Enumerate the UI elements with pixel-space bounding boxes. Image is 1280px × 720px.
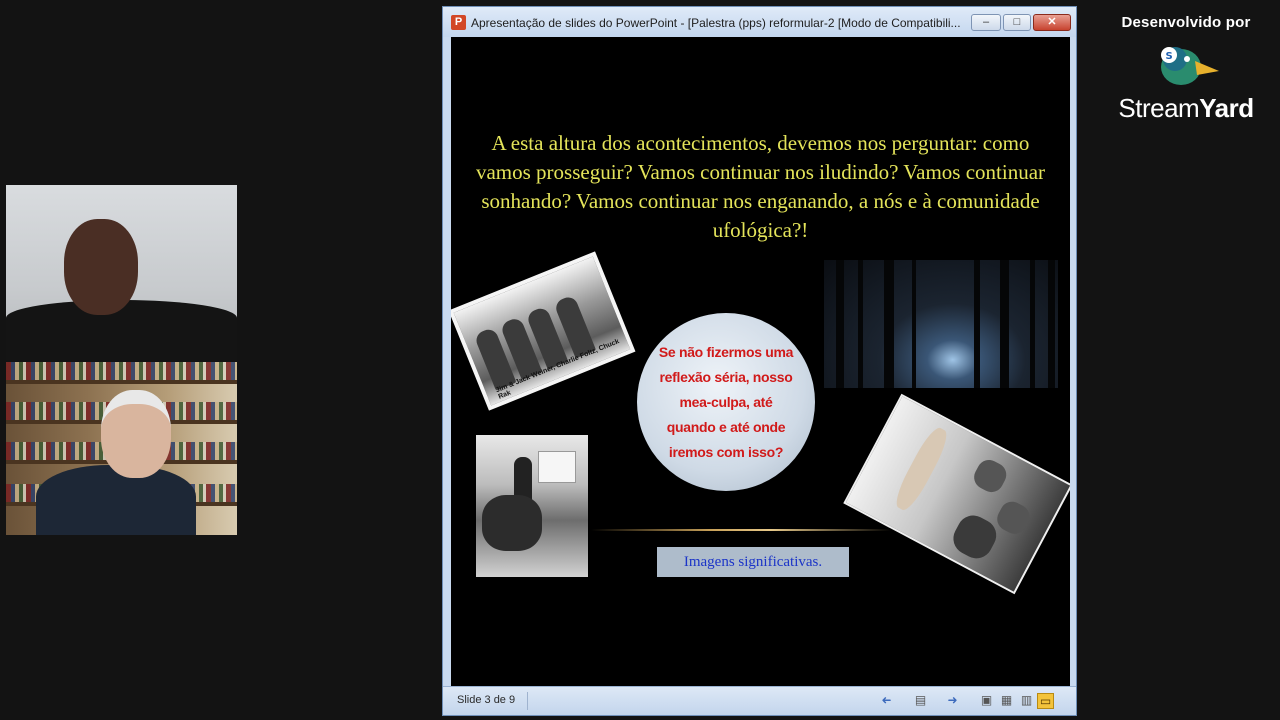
participant-video-1	[6, 185, 237, 360]
svg-text:S: S	[1166, 51, 1173, 62]
previous-slide-icon[interactable]: ➜	[879, 693, 894, 707]
streamyard-wordmark: StreamYard	[1118, 93, 1254, 123]
slide-sorter-icon[interactable]: ▦	[999, 693, 1014, 707]
next-slide-icon[interactable]: ➜	[945, 693, 960, 707]
reflection-circle: Se não fizermos uma reflexão séria, noss…	[637, 313, 815, 491]
powerpoint-slideshow-window: P Apresentação de slides do PowerPoint -…	[442, 6, 1077, 716]
developed-by-label: Desenvolvido por	[1121, 14, 1251, 31]
window-titlebar[interactable]: P Apresentação de slides do PowerPoint -…	[443, 7, 1076, 37]
minimize-button[interactable]: –	[971, 14, 1001, 31]
streamyard-logo-icon: S	[1161, 47, 1219, 85]
slideshow-view-icon[interactable]: ▭	[1037, 693, 1054, 709]
status-separator	[527, 692, 528, 710]
slide-counter: Slide 3 de 9	[457, 694, 516, 706]
slide-canvas[interactable]: A esta altura dos acontecimentos, devemo…	[451, 37, 1070, 687]
photo-collage-illustration	[843, 393, 1070, 595]
window-title: Apresentação de slides do PowerPoint - […	[471, 16, 961, 30]
minimize-icon: –	[982, 16, 990, 28]
decorative-glow-line	[591, 529, 891, 531]
reading-view-icon[interactable]: ▥	[1019, 693, 1034, 707]
powerpoint-app-icon[interactable]: P	[451, 15, 466, 30]
photo-group-of-men: Jim & Jack Weiner, Charlie Foltz, Chuck …	[451, 251, 636, 411]
participant-video-2	[6, 362, 237, 535]
photo-dark-forest	[824, 260, 1058, 388]
participant-2-body	[36, 465, 196, 535]
circle-text: Se não fizermos uma reflexão séria, noss…	[658, 343, 794, 460]
photo-vintage-family	[476, 435, 588, 577]
slide-caption: Imagens significativas.	[657, 547, 849, 577]
participant-1-head	[64, 219, 138, 315]
maximize-icon: □	[1013, 16, 1021, 28]
maximize-button[interactable]: □	[1003, 14, 1031, 31]
close-button[interactable]: ✕	[1033, 14, 1071, 31]
menu-icon[interactable]: ▤	[913, 693, 928, 707]
status-bar: Slide 3 de 9 ➜ ▤ ➜ ▣ ▦ ▥ ▭	[443, 686, 1076, 715]
slide-heading: A esta altura dos acontecimentos, devemo…	[475, 131, 1046, 242]
normal-view-icon[interactable]: ▣	[979, 693, 994, 707]
participant-2-head	[101, 390, 171, 478]
streamyard-branding: Desenvolvido por S StreamYard	[1106, 14, 1266, 124]
close-icon: ✕	[1047, 16, 1057, 28]
